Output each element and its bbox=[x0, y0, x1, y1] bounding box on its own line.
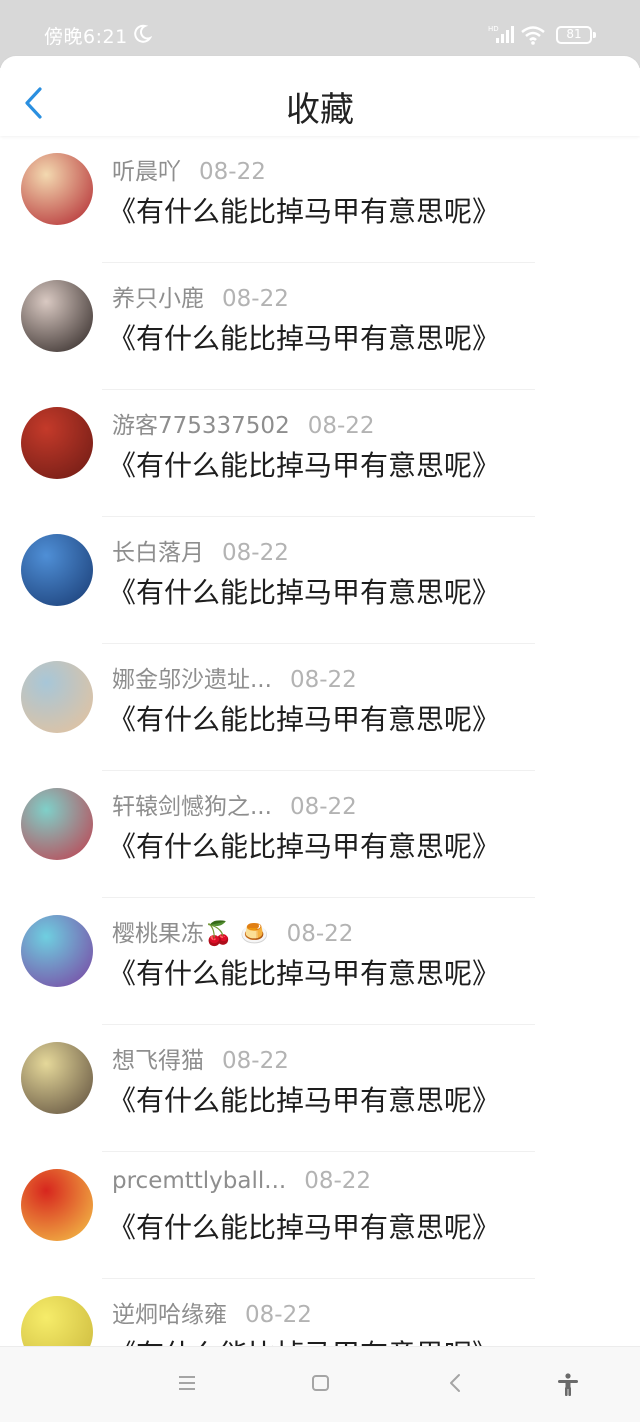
user-name: 养只小鹿 bbox=[112, 286, 204, 312]
avatar bbox=[21, 280, 93, 352]
book-title: 《有什么能比掉马甲有意思呢》 bbox=[108, 830, 501, 863]
user-name: 想飞得猫 bbox=[112, 1048, 204, 1074]
favorites-list: 听晨吖 08-22 《有什么能比掉马甲有意思呢》 养只小鹿 08-22 《有什么能比… bbox=[0, 136, 640, 1346]
item-date: 08-22 bbox=[286, 921, 354, 947]
page-title: 收藏 bbox=[286, 90, 354, 130]
book-title: 《有什么能比掉马甲有意思呢》 bbox=[108, 1211, 501, 1244]
book-title: 《有什么能比掉马甲有意思呢》 bbox=[108, 449, 501, 482]
system-nav-bar bbox=[0, 1346, 640, 1422]
list-item[interactable]: 游客775337502 08-22 《有什么能比掉马甲有意思呢》 bbox=[0, 390, 640, 517]
user-name: 樱桃果冻🍒 🍮 bbox=[112, 921, 269, 947]
avatar bbox=[21, 1169, 93, 1241]
item-meta: 轩辕剑憾狗之... 08-22 bbox=[112, 787, 357, 820]
item-date: 08-22 bbox=[199, 159, 266, 185]
status-time: 傍晚6:21 bbox=[44, 26, 128, 48]
book-title: 《有什么能比掉马甲有意思呢》 bbox=[108, 957, 501, 990]
wifi-icon bbox=[521, 26, 545, 45]
item-meta: prcemttlyball... 08-22 bbox=[112, 1168, 371, 1200]
item-meta: 长白落月 08-22 bbox=[112, 533, 289, 566]
book-title: 《有什么能比掉马甲有意思呢》 bbox=[108, 576, 501, 609]
item-date: 08-22 bbox=[222, 1048, 289, 1074]
user-name: 逆炯哈缘雍 bbox=[112, 1302, 227, 1328]
user-name: 长白落月 bbox=[112, 540, 204, 566]
list-item[interactable]: 长白落月 08-22 《有什么能比掉马甲有意思呢》 bbox=[0, 517, 640, 644]
avatar bbox=[21, 534, 93, 606]
user-name: prcemttlyball... bbox=[112, 1168, 287, 1194]
list-item[interactable]: 养只小鹿 08-22 《有什么能比掉马甲有意思呢》 bbox=[0, 263, 640, 390]
battery-level: 81 bbox=[566, 27, 582, 41]
moon-icon bbox=[134, 24, 152, 43]
item-date: 08-22 bbox=[245, 1302, 312, 1328]
item-date: 08-22 bbox=[307, 413, 375, 439]
avatar bbox=[21, 1042, 93, 1114]
item-meta: 听晨吖 08-22 bbox=[112, 152, 266, 185]
item-date: 08-22 bbox=[222, 286, 289, 312]
item-meta: 娜金邬沙遗址... 08-22 bbox=[112, 660, 357, 693]
avatar bbox=[21, 915, 93, 987]
book-title: 《有什么能比掉马甲有意思呢》 bbox=[108, 1333, 500, 1346]
svg-text:HD: HD bbox=[488, 25, 499, 33]
item-date: 08-22 bbox=[222, 540, 289, 566]
list-item[interactable]: 听晨吖 08-22 《有什么能比掉马甲有意思呢》 bbox=[0, 136, 640, 263]
avatar bbox=[21, 153, 93, 225]
back-icon[interactable] bbox=[446, 1373, 466, 1393]
home-icon[interactable] bbox=[311, 1373, 331, 1393]
list-item[interactable]: 轩辕剑憾狗之... 08-22 《有什么能比掉马甲有意思呢》 bbox=[0, 771, 640, 898]
book-title: 《有什么能比掉马甲有意思呢》 bbox=[108, 1084, 501, 1117]
menu-icon[interactable] bbox=[177, 1373, 197, 1393]
item-meta: 逆炯哈缘雍 08-22 bbox=[112, 1295, 312, 1328]
user-name: 轩辕剑憾狗之... bbox=[112, 794, 272, 820]
accessibility-icon[interactable] bbox=[557, 1373, 579, 1397]
avatar bbox=[21, 661, 93, 733]
list-item[interactable]: 娜金邬沙遗址... 08-22 《有什么能比掉马甲有意思呢》 bbox=[0, 644, 640, 771]
list-item[interactable]: 逆炯哈缘雍 08-22 《有什么能比掉马甲有意思呢》 bbox=[0, 1279, 640, 1346]
item-meta: 养只小鹿 08-22 bbox=[112, 279, 289, 312]
avatar bbox=[21, 788, 93, 860]
user-name: 游客775337502 bbox=[112, 413, 290, 439]
header-bar: 收藏 bbox=[0, 56, 640, 136]
item-date: 08-22 bbox=[304, 1168, 372, 1194]
avatar bbox=[21, 407, 93, 479]
book-title: 《有什么能比掉马甲有意思呢》 bbox=[108, 703, 501, 736]
signal-icon: HD bbox=[488, 25, 514, 43]
avatar bbox=[21, 1296, 93, 1346]
user-name: 听晨吖 bbox=[112, 159, 181, 185]
item-meta: 想飞得猫 08-22 bbox=[112, 1041, 289, 1074]
book-title: 《有什么能比掉马甲有意思呢》 bbox=[108, 322, 501, 355]
item-meta: 樱桃果冻🍒 🍮 08-22 bbox=[112, 914, 354, 947]
list-item[interactable]: 樱桃果冻🍒 🍮 08-22 《有什么能比掉马甲有意思呢》 bbox=[0, 898, 640, 1025]
list-item[interactable]: 想飞得猫 08-22 《有什么能比掉马甲有意思呢》 bbox=[0, 1025, 640, 1152]
book-title: 《有什么能比掉马甲有意思呢》 bbox=[108, 195, 501, 228]
battery-icon: 81 bbox=[556, 26, 596, 44]
list-item[interactable]: prcemttlyball... 08-22 《有什么能比掉马甲有意思呢》 bbox=[0, 1152, 640, 1279]
item-meta: 游客775337502 08-22 bbox=[112, 406, 375, 439]
item-date: 08-22 bbox=[289, 794, 357, 820]
item-date: 08-22 bbox=[289, 667, 357, 693]
user-name: 娜金邬沙遗址... bbox=[112, 667, 272, 693]
